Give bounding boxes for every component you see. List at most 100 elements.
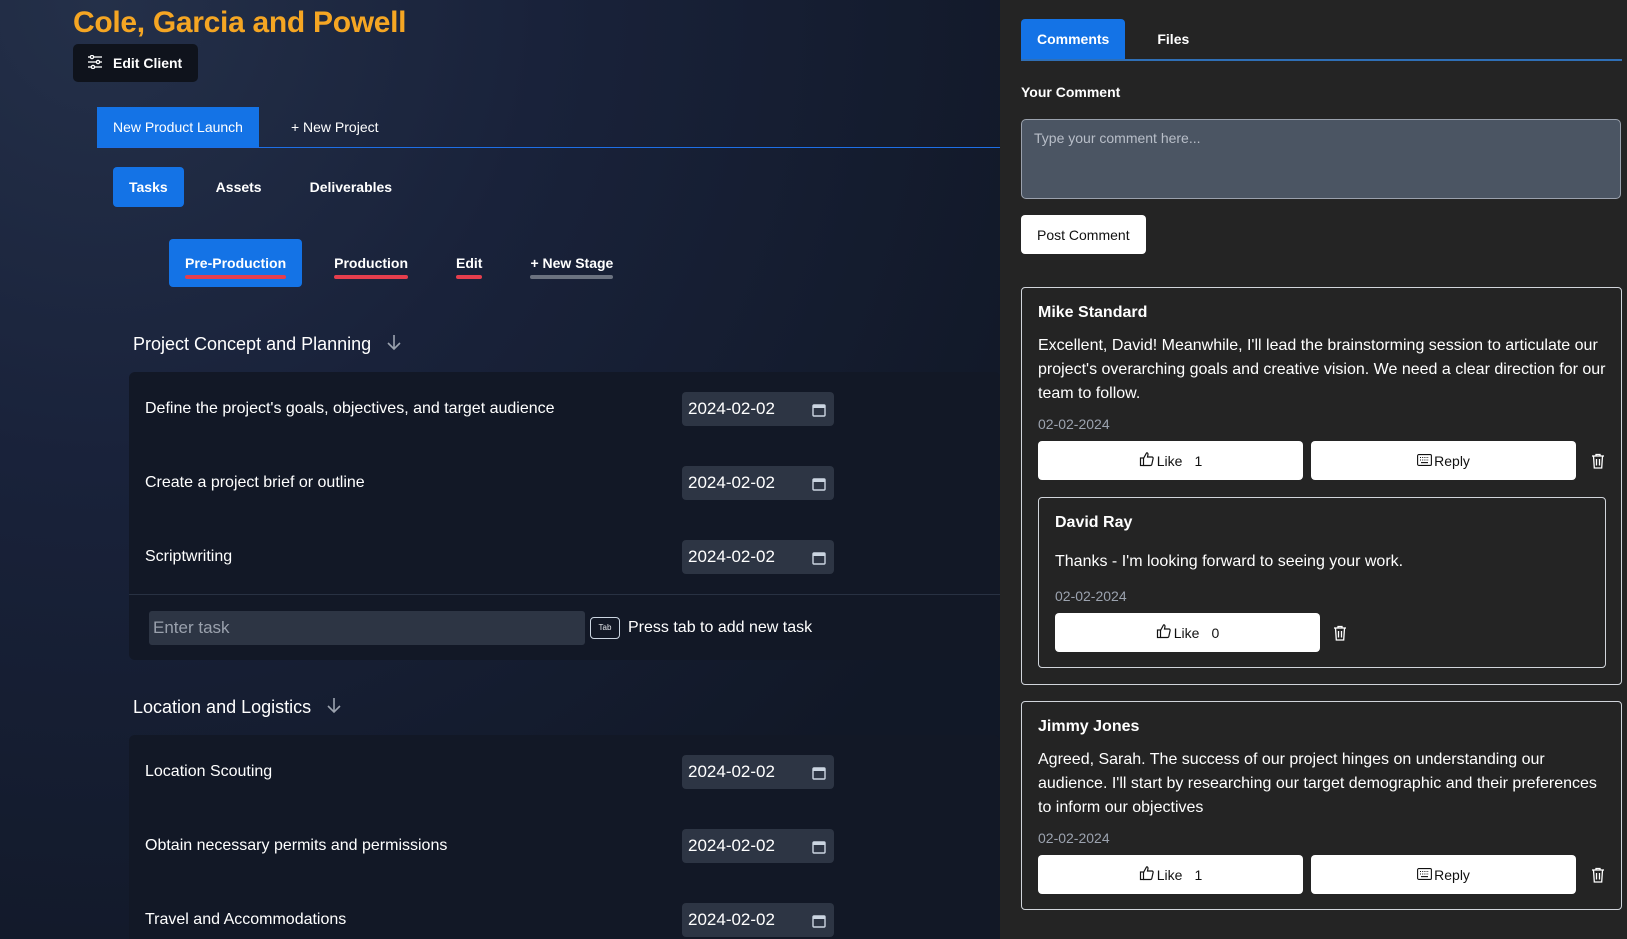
thumbs-up-icon (1156, 623, 1172, 642)
new-stage-button[interactable]: + New Stage (514, 239, 629, 287)
comment-card: Jimmy Jones Agreed, Sarah. The success o… (1021, 701, 1622, 910)
like-label: Like (1173, 624, 1200, 641)
stage-label: Edit (456, 255, 483, 271)
tab-files[interactable]: Files (1141, 19, 1205, 59)
add-task-row: Tab Press tab to add new task (129, 594, 1000, 660)
task-date: 2024-02-02 (688, 836, 775, 855)
task-name[interactable]: Create a project brief or outline (145, 474, 682, 492)
comment-label: Your Comment (1021, 84, 1121, 100)
stage-indicator (456, 275, 483, 279)
post-comment-button[interactable]: Post Comment (1021, 215, 1146, 254)
sliders-icon (87, 54, 103, 72)
task-card-concept: Define the project's goals, objectives, … (129, 372, 1000, 660)
reply-button[interactable]: Reply (1311, 441, 1577, 480)
tab-tasks[interactable]: Tasks (113, 167, 184, 207)
thumbs-up-icon (1139, 865, 1155, 884)
thumbs-up-icon (1139, 451, 1155, 470)
task-date: 2024-02-02 (688, 399, 775, 418)
stage-production[interactable]: Production (318, 239, 424, 287)
task-name[interactable]: Location Scouting (145, 763, 682, 781)
calendar-icon[interactable] (812, 839, 826, 854)
section-title: Project Concept and Planning (133, 334, 372, 354)
tab-comments[interactable]: Comments (1021, 19, 1126, 59)
stage-label: Production (334, 255, 409, 271)
stage-pre-production[interactable]: Pre-Production (169, 239, 303, 287)
calendar-icon[interactable] (812, 402, 826, 417)
task-date-input[interactable]: 2024-02-02 (682, 903, 834, 937)
task-date-input[interactable]: 2024-02-02 (682, 466, 834, 500)
main-panel: Cole, Garcia and Powell Edit Client New … (0, 0, 1000, 939)
comment-actions: Like 1 Reply (1038, 855, 1606, 909)
like-label: Like (1156, 866, 1183, 883)
stage-indicator (530, 275, 614, 279)
edit-client-button[interactable]: Edit Client (73, 44, 199, 82)
comment-card: Mike Standard Excellent, David! Meanwhil… (1021, 287, 1622, 685)
stage-indicator (185, 275, 287, 279)
task-row: Obtain necessary permits and permissions… (129, 809, 1000, 883)
comments-panel: Comments Files Your Comment Post Comment… (1000, 0, 1627, 939)
tab-key-icon: Tab (590, 616, 620, 639)
trash-icon[interactable] (1332, 624, 1348, 642)
tab-new-product-launch[interactable]: New Product Launch (97, 107, 259, 147)
trash-icon[interactable] (1590, 866, 1606, 884)
tab-new-project[interactable]: + New Project (275, 107, 395, 147)
calendar-icon[interactable] (812, 765, 826, 780)
add-task-hint: Press tab to add new task (628, 618, 813, 636)
section-title: Location and Logistics (133, 697, 312, 717)
trash-icon[interactable] (1590, 452, 1606, 470)
new-task-input[interactable] (149, 610, 585, 645)
side-tabs: Comments Files (1021, 19, 1622, 61)
arrow-down-icon[interactable] (325, 696, 343, 719)
comment-input[interactable] (1021, 119, 1621, 199)
stage-indicator (334, 275, 409, 279)
task-row: Travel and Accommodations 2024-02-02 (129, 883, 1000, 939)
task-date-input[interactable]: 2024-02-02 (682, 755, 834, 789)
comment-text: Thanks - I'm looking forward to seeing y… (1055, 553, 1404, 570)
stage-edit[interactable]: Edit (440, 239, 498, 287)
comment-author: Mike Standard (1038, 304, 1148, 321)
task-row: Location Scouting 2024-02-02 (129, 735, 1000, 809)
reply-label: Reply (1434, 452, 1470, 469)
task-date-input[interactable]: 2024-02-02 (682, 829, 834, 863)
stage-label: + New Stage (530, 255, 614, 271)
arrow-down-icon[interactable] (385, 333, 403, 356)
keyboard-icon (1417, 867, 1433, 883)
section-header-logistics[interactable]: Location and Logistics (133, 696, 343, 719)
section-tabs: Tasks Assets Deliverables (113, 167, 424, 207)
task-name[interactable]: Travel and Accommodations (145, 911, 682, 929)
comment-date: 02-02-2024 (1038, 416, 1110, 432)
comment-author: Jimmy Jones (1038, 718, 1140, 735)
tab-deliverables[interactable]: Deliverables (294, 167, 409, 207)
comment-list: Mike Standard Excellent, David! Meanwhil… (1021, 287, 1622, 926)
keyboard-icon (1417, 453, 1433, 469)
task-name[interactable]: Scriptwriting (145, 548, 682, 566)
task-date-input[interactable]: 2024-02-02 (682, 540, 834, 574)
like-button[interactable]: Like 1 (1038, 441, 1304, 480)
task-row: Define the project's goals, objectives, … (129, 372, 1000, 446)
section-header-concept[interactable]: Project Concept and Planning (133, 333, 403, 356)
task-date: 2024-02-02 (688, 910, 775, 929)
task-row: Create a project brief or outline 2024-0… (129, 446, 1000, 520)
calendar-icon[interactable] (812, 913, 826, 928)
comment-date: 02-02-2024 (1055, 588, 1127, 604)
task-name[interactable]: Obtain necessary permits and permissions (145, 837, 682, 855)
tab-assets[interactable]: Assets (200, 167, 278, 207)
reply-label: Reply (1434, 866, 1470, 883)
comment-actions: Like 0 (1055, 613, 1590, 667)
comment-text: Excellent, David! Meanwhile, I'll lead t… (1038, 337, 1606, 402)
like-button[interactable]: Like 1 (1038, 855, 1304, 894)
comment-text: Agreed, Sarah. The success of our projec… (1038, 751, 1597, 816)
comment-author: David Ray (1055, 514, 1133, 531)
like-count: 0 (1211, 624, 1220, 641)
calendar-icon[interactable] (812, 476, 826, 491)
calendar-icon[interactable] (812, 550, 826, 565)
like-button[interactable]: Like 0 (1055, 613, 1320, 652)
task-card-logistics: Location Scouting 2024-02-02 Obtain nece… (129, 735, 1000, 939)
reply-button[interactable]: Reply (1311, 855, 1577, 894)
task-date-input[interactable]: 2024-02-02 (682, 392, 834, 426)
stage-label: Pre-Production (185, 255, 287, 271)
client-title: Cole, Garcia and Powell (73, 6, 407, 39)
task-name[interactable]: Define the project's goals, objectives, … (145, 400, 682, 418)
like-count: 1 (1194, 452, 1203, 469)
like-count: 1 (1194, 866, 1203, 883)
